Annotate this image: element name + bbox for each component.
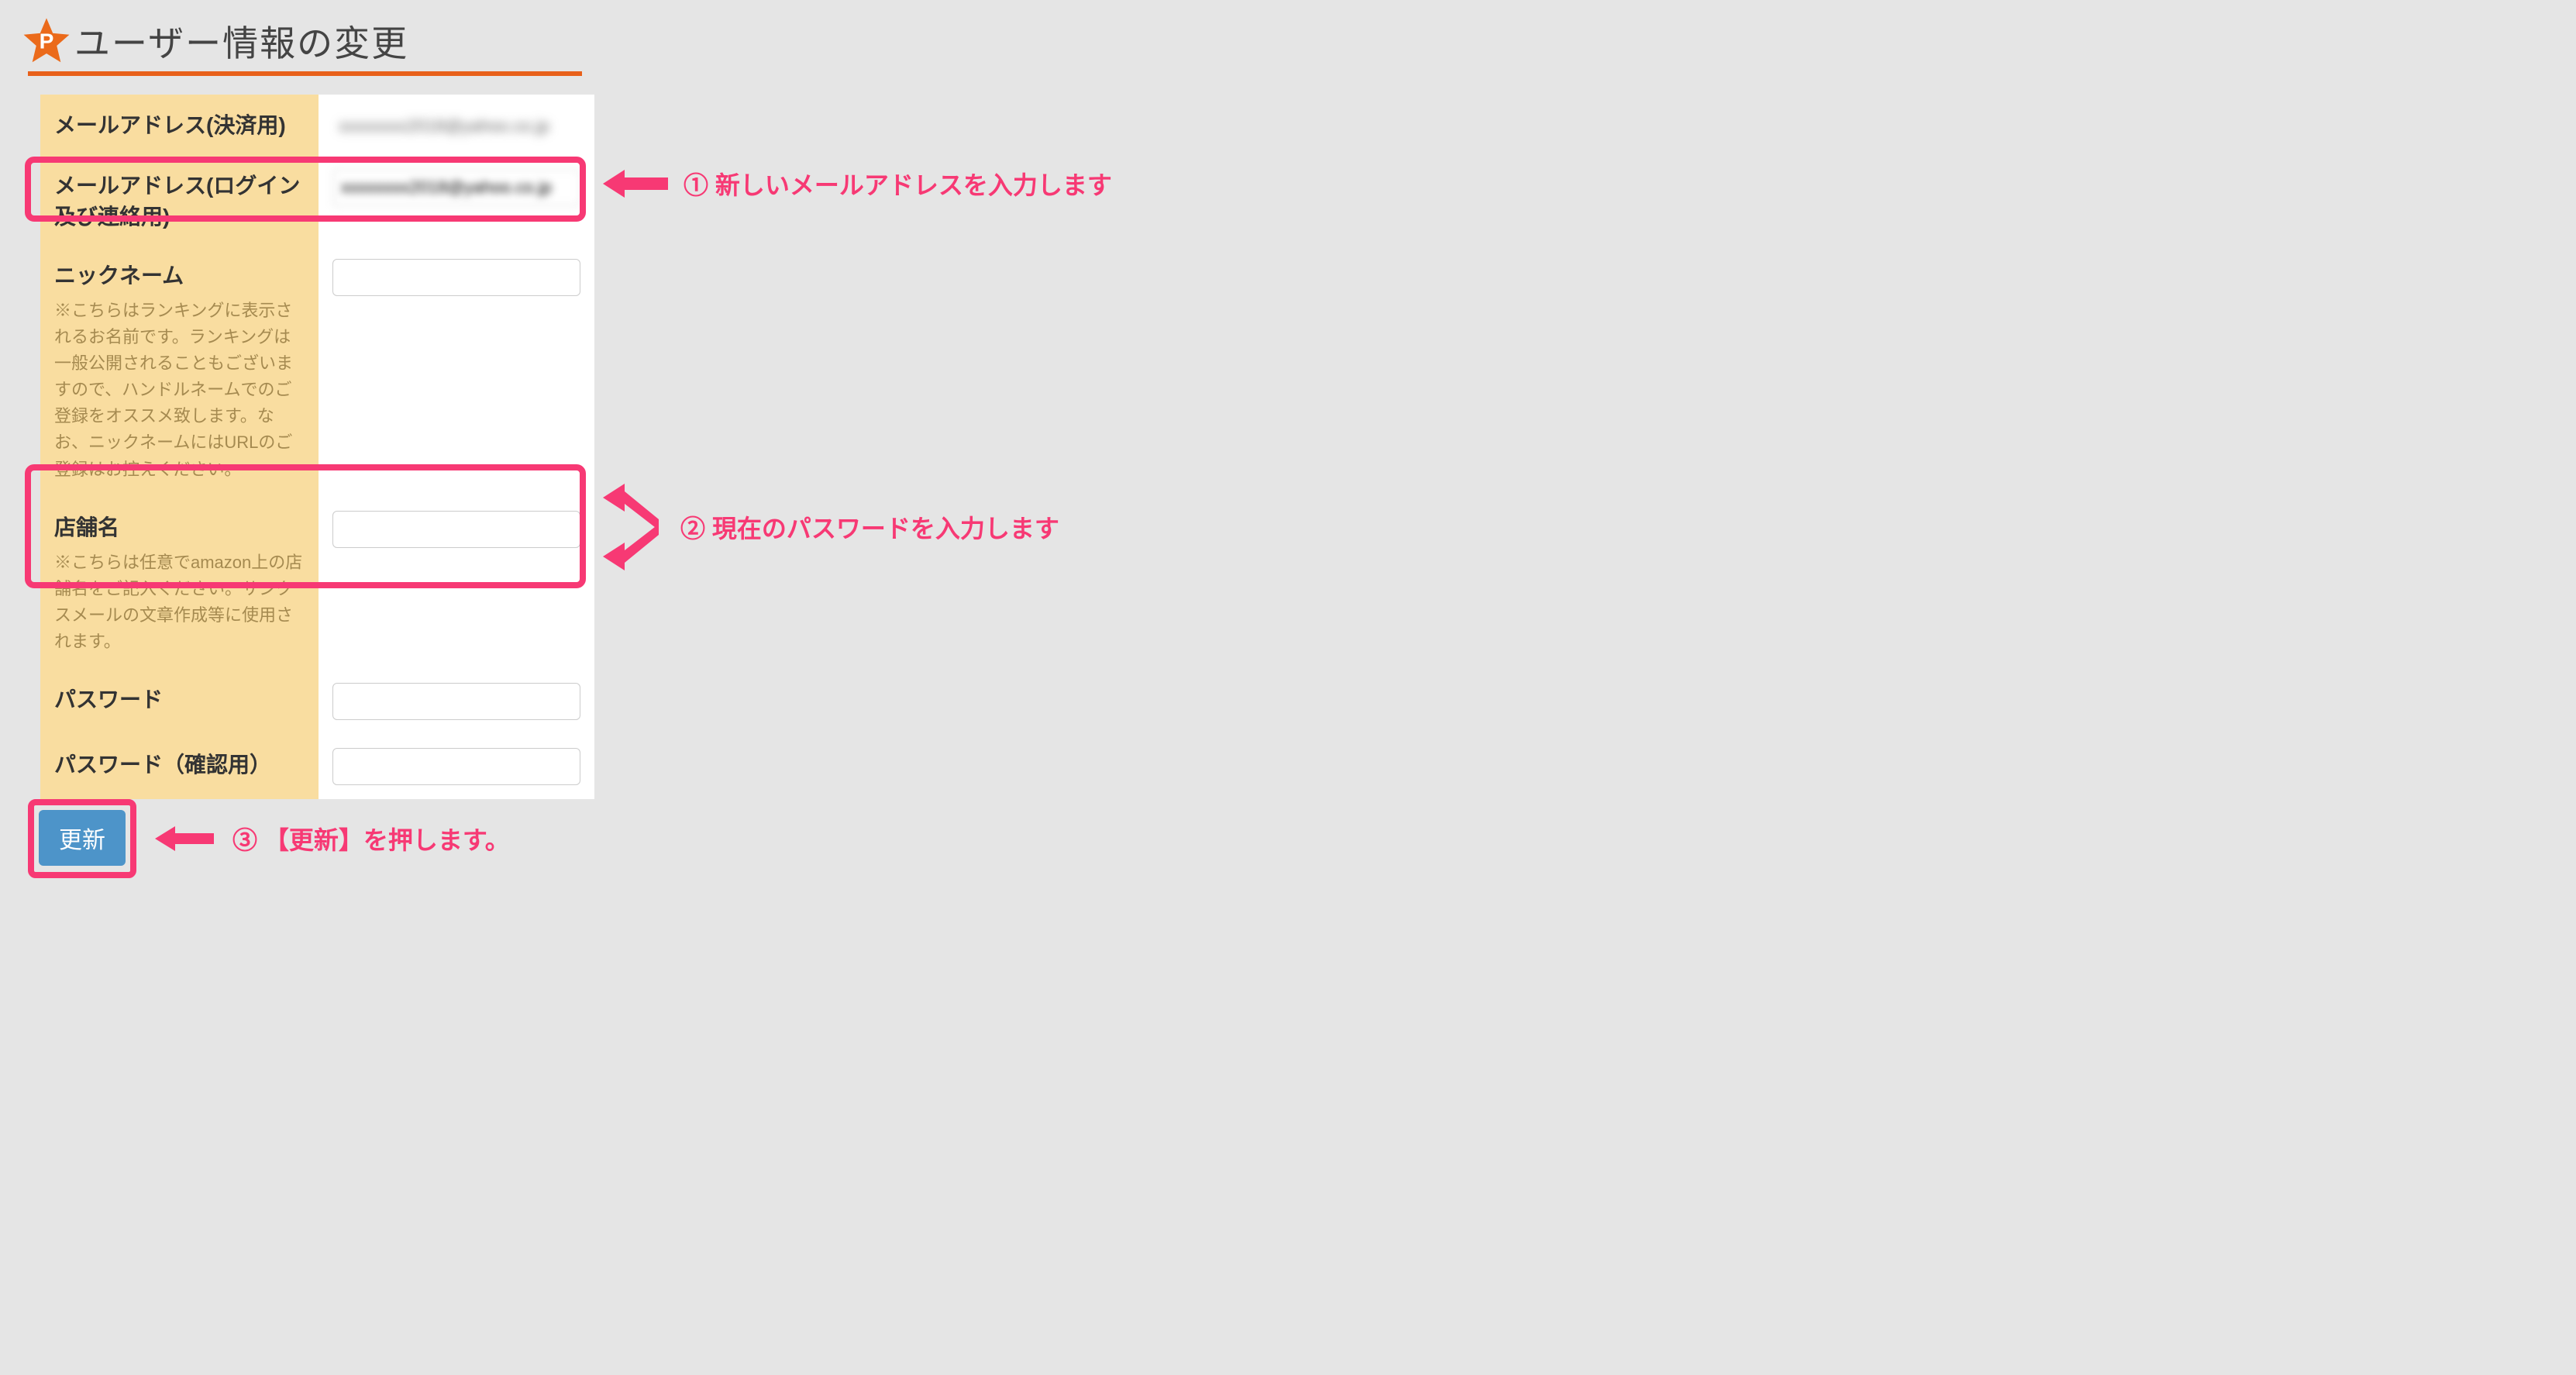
row-email-payment: メールアドレス(決済用) xxxxxxxx2018@yahoo.co.jp (40, 95, 594, 155)
input-email-login[interactable] (332, 169, 580, 206)
highlight-update: 更新 (28, 799, 136, 878)
arrow-left-icon (155, 823, 214, 854)
note-nickname: ※こちらはランキングに表示されるお名前です。ランキングは一般公開されることもござ… (54, 298, 305, 483)
label-nickname: ニックネーム (54, 259, 305, 290)
label-email-payment: メールアドレス(決済用) (40, 95, 319, 155)
annotation-2: ② 現在のパスワードを入力します (603, 481, 1059, 574)
arrow-left-icon (603, 167, 668, 201)
input-password[interactable] (332, 683, 580, 720)
row-nickname: ニックネーム ※こちらはランキングに表示されるお名前です。ランキングは一般公開さ… (40, 245, 594, 497)
label-email-login: メールアドレス(ログイン及び連絡用) (40, 155, 319, 245)
update-row: 更新 ③ 【更新】を押します。 (28, 799, 1178, 878)
input-password-confirm[interactable] (332, 748, 580, 785)
label-shop: 店舗名 (54, 511, 305, 542)
label-password: パスワード (40, 669, 319, 734)
update-button[interactable]: 更新 (39, 810, 126, 866)
input-shop[interactable] (332, 511, 580, 548)
label-password-confirm: パスワード（確認用） (40, 734, 319, 799)
row-email-login: メールアドレス(ログイン及び連絡用) (40, 155, 594, 245)
annotation-1: ① 新しいメールアドレスを入力します (603, 166, 1112, 202)
page-header: P ユーザー情報の変更 (23, 16, 1178, 67)
user-info-form: メールアドレス(決済用) xxxxxxxx2018@yahoo.co.jp メー… (40, 95, 594, 799)
row-password-confirm: パスワード（確認用） (40, 734, 594, 799)
page-title: ユーザー情報の変更 (74, 16, 408, 67)
annotation-3: ③ 【更新】を押します。 (232, 821, 510, 856)
input-nickname[interactable] (332, 259, 580, 296)
row-shop: 店舗名 ※こちらは任意でamazon上の店舗名をご記入ください。サンクスメールの… (40, 497, 594, 669)
row-password: パスワード (40, 669, 594, 734)
note-shop: ※こちらは任意でamazon上の店舗名をご記入ください。サンクスメールの文章作成… (54, 550, 305, 655)
divider (28, 71, 582, 76)
double-arrow-icon (603, 481, 665, 574)
star-p-icon: P (23, 18, 70, 64)
value-email-payment: xxxxxxxx2018@yahoo.co.jp (332, 109, 549, 141)
svg-text:P: P (40, 29, 54, 53)
